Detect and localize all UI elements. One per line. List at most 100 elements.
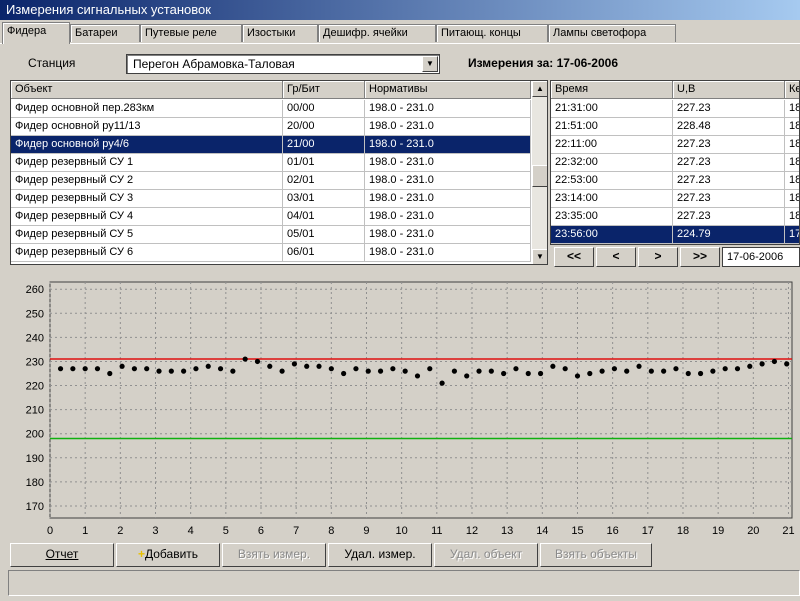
- tab-feeders[interactable]: Фидера: [2, 22, 70, 44]
- cell-object: Фидер резервный СУ 4: [11, 208, 283, 226]
- cell-norm: 198.0 - 231.0: [365, 244, 531, 262]
- tab-signal-lamps[interactable]: Лампы светофора: [548, 24, 676, 42]
- table-row[interactable]: Фидер резервный СУ 1 01/01 198.0 - 231.0: [11, 154, 531, 172]
- x-tick-label: 10: [396, 525, 408, 537]
- table-row[interactable]: Фидер резервный СУ 4 04/01 198.0 - 231.0: [11, 208, 531, 226]
- data-point: [168, 368, 174, 374]
- measure-date-label: Измерения за: 17-06-2006: [468, 56, 618, 70]
- cell-k: 18: [785, 172, 799, 190]
- scroll-down-icon[interactable]: ▼: [532, 249, 547, 264]
- col-header-time[interactable]: Время: [551, 81, 673, 99]
- add-button[interactable]: +Добавить: [116, 543, 220, 567]
- data-point: [328, 366, 334, 372]
- cell-grbit: 06/01: [283, 244, 365, 262]
- prev-record-button[interactable]: <: [596, 247, 636, 267]
- tab-insulated-joints[interactable]: Изостыки: [242, 24, 318, 42]
- table-row[interactable]: Фидер резервный СУ 3 03/01 198.0 - 231.0: [11, 190, 531, 208]
- table-row[interactable]: Фидер резервный СУ 6 06/01 198.0 - 231.0: [11, 244, 531, 262]
- cell-norm: 198.0 - 231.0: [365, 118, 531, 136]
- objects-table: Объект Гр/Бит Нормативы Фидер основной п…: [10, 80, 548, 265]
- date-field[interactable]: 17-06-2006: [722, 247, 800, 267]
- tab-decoder-cells[interactable]: Дешифр. ячейки: [318, 24, 436, 42]
- delete-object-button[interactable]: Удал. объект: [434, 543, 538, 567]
- table-row[interactable]: Фидер резервный СУ 2 02/01 198.0 - 231.0: [11, 172, 531, 190]
- y-tick-label: 190: [26, 453, 44, 465]
- tab-batteries[interactable]: Батареи: [70, 24, 140, 42]
- cell-k: 18: [785, 190, 799, 208]
- table-row[interactable]: 22:11:00227.2318: [551, 136, 799, 154]
- data-point: [279, 368, 285, 374]
- cell-u: 224.79: [673, 226, 785, 244]
- scroll-up-icon[interactable]: ▲: [532, 81, 547, 97]
- col-header-k[interactable]: Ке: [785, 81, 799, 99]
- table-row[interactable]: 23:35:00227.2318: [551, 208, 799, 226]
- table-row[interactable]: 23:14:00227.2318: [551, 190, 799, 208]
- data-point: [242, 356, 248, 362]
- cell-grbit: 01/01: [283, 154, 365, 172]
- last-record-button[interactable]: >>: [680, 247, 720, 267]
- take-measure-button[interactable]: Взять измер.: [222, 543, 326, 567]
- data-point: [611, 366, 618, 372]
- chevron-down-icon[interactable]: ▼: [422, 56, 438, 72]
- x-tick-label: 6: [258, 525, 264, 537]
- data-point: [131, 366, 137, 372]
- table-row[interactable]: 23:56:00224.7917: [551, 226, 799, 244]
- data-point: [427, 366, 433, 372]
- data-point: [550, 363, 556, 369]
- table-row[interactable]: Фидер основной ру4/6 21/00 198.0 - 231.0: [11, 136, 531, 154]
- data-point: [353, 366, 359, 372]
- cell-time: 21:51:00: [551, 118, 673, 136]
- delete-measure-button[interactable]: Удал. измер.: [328, 543, 432, 567]
- cell-time: 23:14:00: [551, 190, 673, 208]
- report-button[interactable]: Отчет: [10, 543, 114, 567]
- scroll-thumb[interactable]: [532, 165, 547, 187]
- plot-area: [49, 281, 793, 519]
- cell-object: Фидер резервный СУ 5: [11, 226, 283, 244]
- cell-time: 23:35:00: [551, 208, 673, 226]
- tab-track-relays[interactable]: Путевые реле: [140, 24, 242, 42]
- take-objects-button[interactable]: Взять объекты: [540, 543, 652, 567]
- col-header-voltage[interactable]: U,B: [673, 81, 785, 99]
- x-tick-label: 8: [328, 525, 334, 537]
- col-header-grbit[interactable]: Гр/Бит: [283, 81, 365, 99]
- next-record-button[interactable]: >: [638, 247, 678, 267]
- table-row[interactable]: Фидер основной пер.283км 00/00 198.0 - 231…: [11, 100, 531, 118]
- data-point: [390, 366, 396, 372]
- col-header-norms[interactable]: Нормативы: [365, 81, 531, 99]
- cell-norm: 198.0 - 231.0: [365, 190, 531, 208]
- status-bar: [8, 570, 800, 596]
- cell-u: 228.48: [673, 118, 785, 136]
- tab-feed-ends[interactable]: Питающ. концы: [436, 24, 548, 42]
- cell-object: Фидер основной ру4/6: [11, 136, 283, 154]
- cell-grbit: 03/01: [283, 190, 365, 208]
- cell-norm: 198.0 - 231.0: [365, 226, 531, 244]
- table-row[interactable]: Фидер основной ру11/13 20/00 198.0 - 231.0: [11, 118, 531, 136]
- x-tick-label: 19: [712, 525, 724, 537]
- cell-time: 22:53:00: [551, 172, 673, 190]
- data-point: [439, 380, 445, 386]
- table-row[interactable]: 22:53:00227.2318: [551, 172, 799, 190]
- table-row[interactable]: 22:32:00227.2318: [551, 154, 799, 172]
- y-tick-label: 180: [26, 477, 44, 489]
- data-point: [181, 368, 187, 374]
- x-tick-label: 1: [82, 525, 88, 537]
- objects-scrollbar[interactable]: ▲ ▼: [531, 81, 547, 264]
- station-combo-value: Перегон Абрамовка-Таловая: [133, 57, 295, 71]
- data-point: [144, 366, 150, 372]
- first-record-button[interactable]: <<: [554, 247, 594, 267]
- cell-time: 22:11:00: [551, 136, 673, 154]
- table-row[interactable]: 21:31:00227.2318: [551, 100, 799, 118]
- cell-k: 18: [785, 208, 799, 226]
- cell-time: 22:32:00: [551, 154, 673, 172]
- cell-object: Фидер резервный СУ 6: [11, 244, 283, 262]
- cell-u: 227.23: [673, 172, 785, 190]
- y-tick-label: 250: [26, 308, 44, 320]
- table-row[interactable]: 21:51:00228.4818: [551, 118, 799, 136]
- table-row[interactable]: Фидер резервный СУ 5 05/01 198.0 - 231.0: [11, 226, 531, 244]
- cell-norm: 198.0 - 231.0: [365, 136, 531, 154]
- station-combo[interactable]: Перегон Абрамовка-Таловая ▼: [126, 54, 440, 74]
- col-header-object[interactable]: Объект: [11, 81, 283, 99]
- cell-u: 227.23: [673, 136, 785, 154]
- data-point: [488, 368, 494, 374]
- cell-time: 21:31:00: [551, 100, 673, 118]
